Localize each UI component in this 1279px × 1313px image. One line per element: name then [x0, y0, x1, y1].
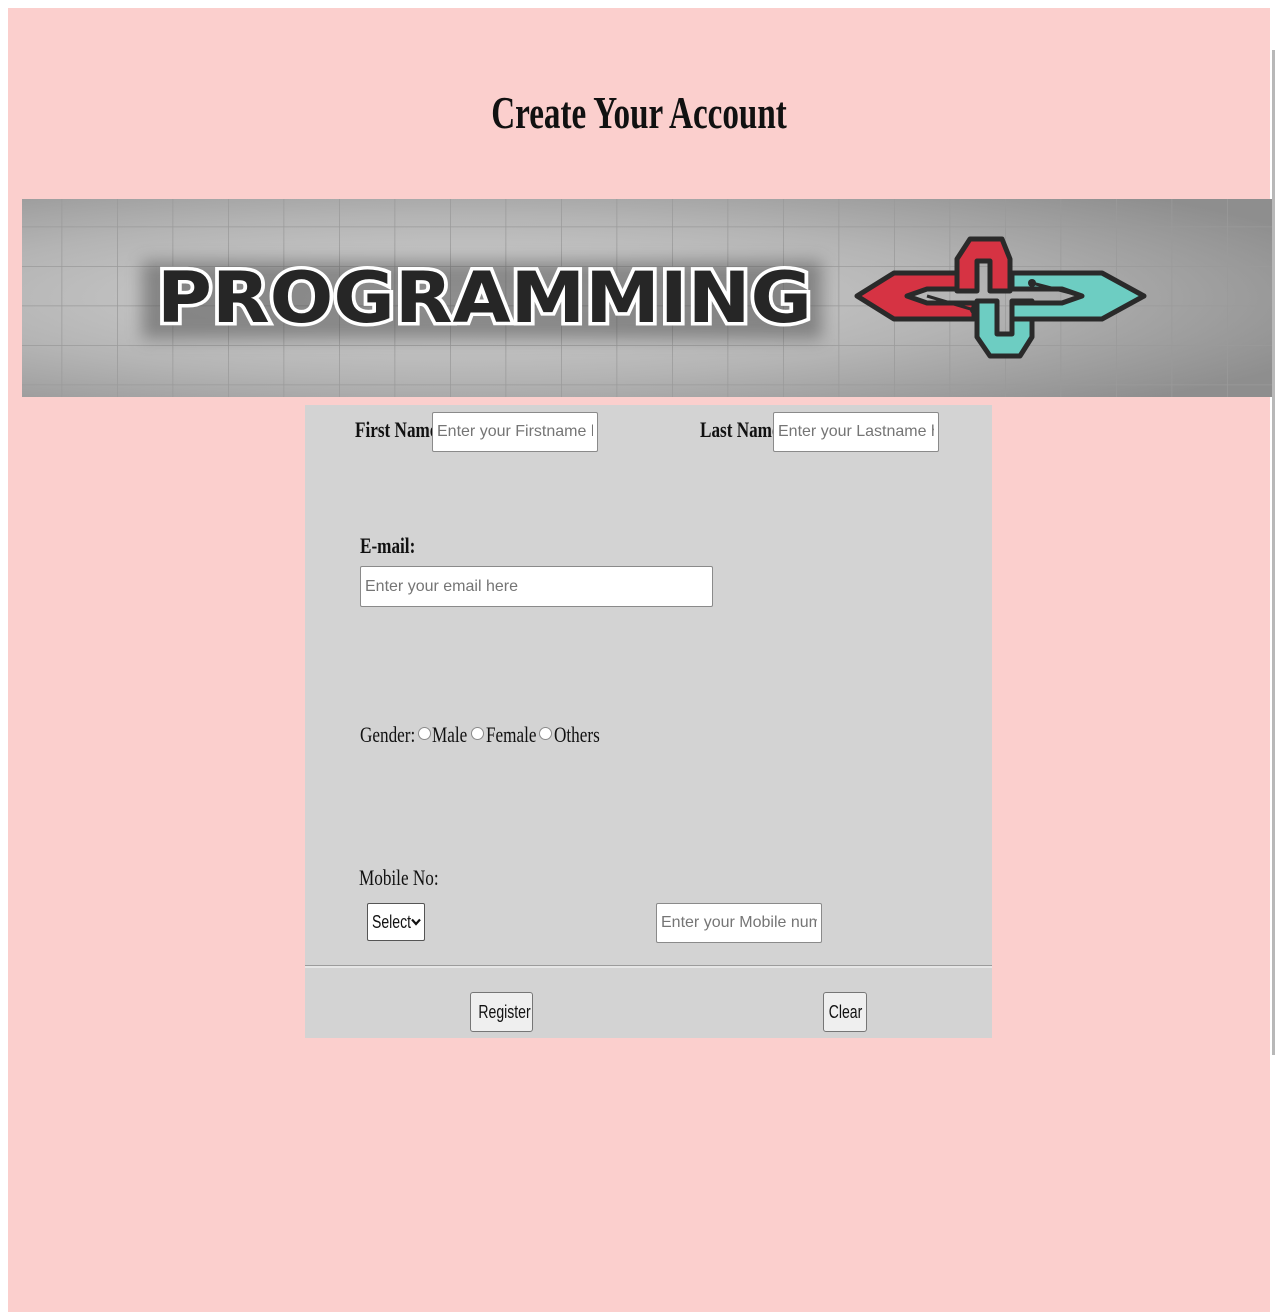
banner-image: PROGRAMMING: [22, 199, 1273, 397]
page-background: Create Your Account PROGRAMMING First Na…: [8, 8, 1273, 1312]
country-code-select[interactable]: Select: [367, 903, 425, 941]
email-input[interactable]: [360, 566, 713, 607]
select-value: Select: [372, 912, 412, 932]
gender-radio-others[interactable]: [539, 727, 552, 740]
gender-option-male: Male: [432, 722, 468, 747]
register-button[interactable]: Register: [470, 992, 533, 1032]
clear-button-label: Clear: [828, 1001, 863, 1022]
gender-radio-female[interactable]: [471, 727, 484, 740]
mobile-label: Mobile No:: [359, 865, 439, 890]
page-title: Create Your Account: [491, 87, 787, 138]
clear-button[interactable]: Clear: [823, 992, 867, 1032]
gender-radio-male[interactable]: [418, 727, 431, 740]
programming-banner: PROGRAMMING: [22, 199, 1273, 397]
gender-label: Gender:: [360, 722, 416, 747]
mobile-number-input[interactable]: [656, 903, 822, 943]
registration-form: First Name Last Name E-mail: Gender: Mal…: [305, 405, 992, 1038]
register-button-label: Register: [478, 1001, 531, 1022]
first-name-label: First Name: [355, 417, 438, 442]
first-name-input[interactable]: [432, 412, 598, 452]
gender-option-others: Others: [554, 722, 600, 747]
scrollbar[interactable]: [1272, 50, 1275, 1055]
email-label: E-mail:: [360, 533, 416, 558]
chevron-down-icon: [411, 918, 421, 926]
banner-text: PROGRAMMING: [157, 257, 812, 339]
gender-option-female: Female: [486, 722, 537, 747]
last-name-label: Last Name: [700, 417, 780, 442]
form-divider: [305, 965, 992, 968]
last-name-input[interactable]: [773, 412, 939, 452]
